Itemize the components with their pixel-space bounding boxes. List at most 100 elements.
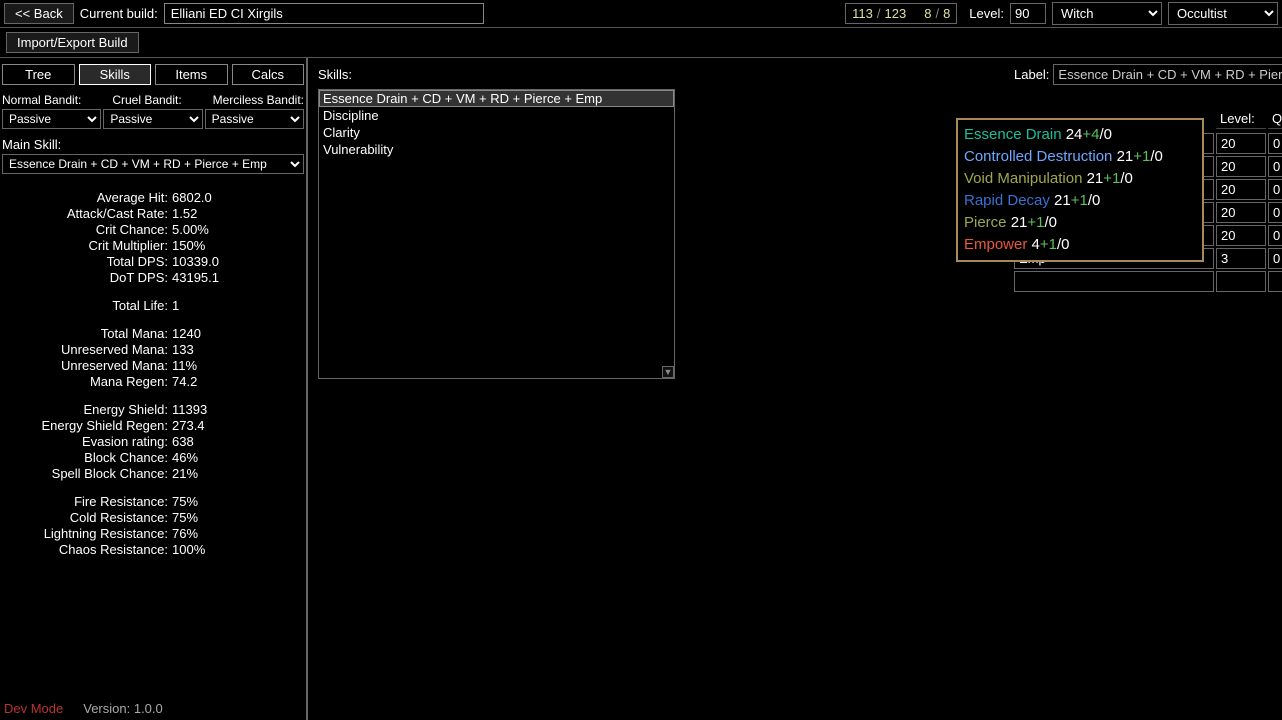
- stat-key: Crit Multiplier:: [2, 238, 172, 254]
- cruel-bandit-label: Cruel Bandit:: [112, 93, 181, 107]
- stat-value: 11393: [172, 402, 207, 418]
- gem-row: [1014, 271, 1282, 292]
- import-export-button[interactable]: Import/Export Build: [6, 32, 139, 53]
- left-panel: Tree Skills Items Calcs Normal Bandit: C…: [0, 58, 308, 720]
- gem-quality-header: Quality:: [1268, 109, 1282, 129]
- tab-tree[interactable]: Tree: [2, 64, 75, 85]
- stat-key: DoT DPS:: [2, 270, 172, 286]
- stat-key: Mana Regen:: [2, 374, 172, 390]
- stat-key: Attack/Cast Rate:: [2, 206, 172, 222]
- gem-name-input[interactable]: [1014, 271, 1214, 292]
- build-name-input[interactable]: [164, 3, 484, 24]
- skills-list[interactable]: Essence Drain + CD + VM + RD + Pierce + …: [318, 89, 675, 379]
- skills-list-item[interactable]: Essence Drain + CD + VM + RD + Pierce + …: [319, 90, 674, 107]
- points-box: 113 / 123 8 / 8: [845, 3, 957, 24]
- stat-key: Block Chance:: [2, 450, 172, 466]
- skill-label-input[interactable]: [1053, 64, 1282, 85]
- gem-quality-input[interactable]: [1268, 271, 1282, 292]
- stat-row: Total Life:1: [2, 298, 304, 314]
- stat-key: Unreserved Mana:: [2, 342, 172, 358]
- ascendancy-dropdown[interactable]: Occultist: [1168, 2, 1278, 25]
- stat-value: 46%: [172, 450, 198, 466]
- gem-level-input[interactable]: [1216, 225, 1266, 246]
- asc-used: 8: [924, 6, 931, 21]
- stat-value: 638: [172, 434, 194, 450]
- main-skill-select[interactable]: Essence Drain + CD + VM + RD + Pierce + …: [2, 154, 304, 174]
- top-bar: << Back Current build: 113 / 123 8 / 8 L…: [0, 0, 1282, 28]
- stat-row: Spell Block Chance:21%: [2, 466, 304, 482]
- cruel-bandit-select[interactable]: Passive: [103, 109, 202, 129]
- stats: Average Hit:6802.0Attack/Cast Rate:1.52C…: [2, 190, 304, 558]
- current-build-label: Current build:: [80, 6, 158, 21]
- stat-row: Energy Shield Regen:273.4: [2, 418, 304, 434]
- stat-value: 273.4: [172, 418, 205, 434]
- gem-level-input[interactable]: [1216, 156, 1266, 177]
- stat-value: 1.52: [172, 206, 197, 222]
- gem-quality-input[interactable]: [1268, 156, 1282, 177]
- normal-bandit-select[interactable]: Passive: [2, 109, 101, 129]
- tab-skills[interactable]: Skills: [79, 64, 152, 85]
- stat-value: 150%: [172, 238, 205, 254]
- points-total: 123: [885, 6, 907, 21]
- gem-level-input[interactable]: [1216, 179, 1266, 200]
- scroll-down-icon[interactable]: ▼: [662, 366, 674, 378]
- normal-bandit-label: Normal Bandit:: [2, 93, 81, 107]
- skills-list-item[interactable]: Vulnerability: [319, 141, 674, 158]
- skills-list-item[interactable]: Clarity: [319, 124, 674, 141]
- stat-value: 76%: [172, 526, 198, 542]
- tooltip-row: Empower 4+1/0: [964, 234, 1196, 256]
- stat-row: Crit Multiplier:150%: [2, 238, 304, 254]
- stat-key: Crit Chance:: [2, 222, 172, 238]
- gem-level-input[interactable]: [1216, 202, 1266, 223]
- back-button[interactable]: << Back: [4, 3, 74, 24]
- stat-key: Total DPS:: [2, 254, 172, 270]
- skills-list-item[interactable]: Discipline: [319, 107, 674, 124]
- tabs: Tree Skills Items Calcs: [2, 62, 304, 91]
- stat-row: Cold Resistance:75%: [2, 510, 304, 526]
- gem-quality-input[interactable]: [1268, 248, 1282, 269]
- stat-value: 43195.1: [172, 270, 219, 286]
- stat-row: Unreserved Mana:11%: [2, 358, 304, 374]
- tooltip-row: Essence Drain 24+4/0: [964, 124, 1196, 146]
- stat-value: 133: [172, 342, 194, 358]
- row2: Import/Export Build: [0, 28, 1282, 58]
- dev-mode-label: Dev Mode: [4, 701, 63, 716]
- right-panel: Skills: New Delete Essence Drain + CD + …: [308, 58, 1282, 720]
- stat-key: Lightning Resistance:: [2, 526, 172, 542]
- gem-quality-input[interactable]: [1268, 225, 1282, 246]
- version-label: Version: 1.0.0: [83, 701, 163, 716]
- stat-key: Energy Shield Regen:: [2, 418, 172, 434]
- stat-value: 74.2: [172, 374, 197, 390]
- stat-row: Mana Regen:74.2: [2, 374, 304, 390]
- merciless-bandit-select[interactable]: Passive: [205, 109, 304, 129]
- stat-row: Chaos Resistance:100%: [2, 542, 304, 558]
- stat-value: 21%: [172, 466, 198, 482]
- stat-value: 75%: [172, 510, 198, 526]
- stat-key: Chaos Resistance:: [2, 542, 172, 558]
- gem-level-input[interactable]: [1216, 133, 1266, 154]
- stat-value: 10339.0: [172, 254, 219, 270]
- tab-items[interactable]: Items: [155, 64, 228, 85]
- gem-level-input[interactable]: [1216, 271, 1266, 292]
- stat-value: 1: [172, 298, 179, 314]
- level-input[interactable]: [1010, 3, 1046, 24]
- stat-key: Evasion rating:: [2, 434, 172, 450]
- stat-key: Cold Resistance:: [2, 510, 172, 526]
- main-skill-label: Main Skill:: [2, 137, 304, 152]
- tab-calcs[interactable]: Calcs: [232, 64, 305, 85]
- tooltip-row: Void Manipulation 21+1/0: [964, 168, 1196, 190]
- gem-quality-input[interactable]: [1268, 133, 1282, 154]
- stat-row: Total Mana:1240: [2, 326, 304, 342]
- gem-quality-input[interactable]: [1268, 202, 1282, 223]
- stat-row: DoT DPS:43195.1: [2, 270, 304, 286]
- stat-key: Average Hit:: [2, 190, 172, 206]
- stat-key: Energy Shield:: [2, 402, 172, 418]
- class-dropdown[interactable]: Witch: [1052, 2, 1162, 25]
- gem-level-input[interactable]: [1216, 248, 1266, 269]
- stat-row: Evasion rating:638: [2, 434, 304, 450]
- stat-key: Total Mana:: [2, 326, 172, 342]
- stat-value: 11%: [172, 358, 197, 374]
- stat-row: Attack/Cast Rate:1.52: [2, 206, 304, 222]
- gem-quality-input[interactable]: [1268, 179, 1282, 200]
- stat-row: Fire Resistance:75%: [2, 494, 304, 510]
